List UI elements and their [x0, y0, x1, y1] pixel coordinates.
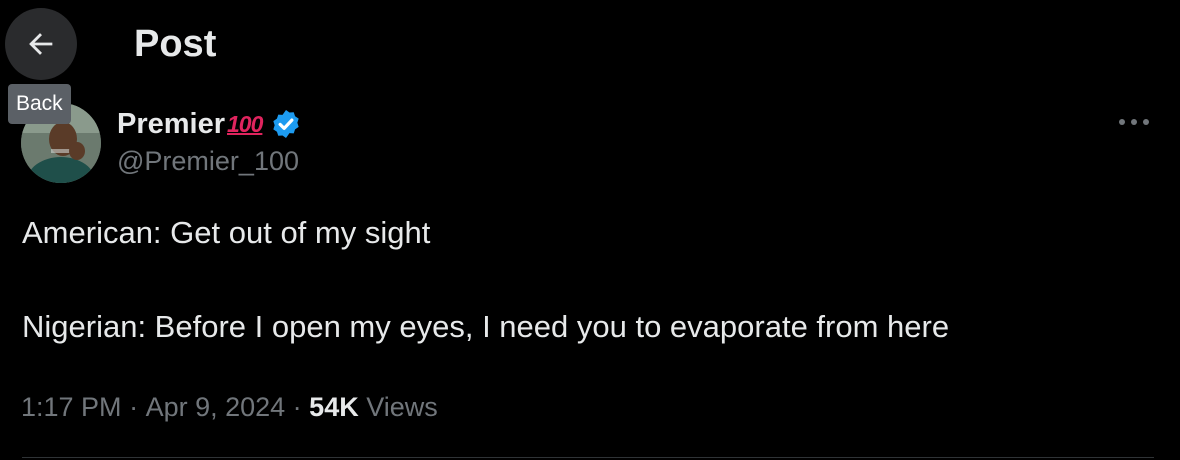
- meta-separator: ·: [285, 391, 310, 422]
- back-button[interactable]: [5, 8, 77, 80]
- hundred-points-emoji-icon: 100: [227, 110, 263, 137]
- views-label: Views: [358, 391, 438, 422]
- post-date[interactable]: Apr 9, 2024: [146, 392, 286, 423]
- author-handle[interactable]: @Premier_100: [117, 146, 299, 177]
- post-text-line: Nigerian: Before I open my eyes, I need …: [22, 309, 950, 344]
- arrow-left-icon: [29, 33, 53, 55]
- author-name-row[interactable]: Premier 100: [117, 104, 302, 144]
- more-horizontal-icon: [1119, 119, 1149, 125]
- meta-separator: ·: [121, 391, 146, 422]
- back-tooltip: Back: [8, 84, 71, 124]
- more-options-button[interactable]: [1112, 110, 1156, 134]
- page-header: Post: [0, 0, 1180, 90]
- post-time[interactable]: 1:17 PM: [21, 392, 122, 423]
- views-count[interactable]: 54K: [309, 392, 359, 423]
- divider: [22, 457, 1154, 458]
- verified-badge-icon[interactable]: [270, 108, 302, 140]
- post-meta: 1:17 PM · Apr 9, 2024 · 54K Views: [21, 390, 438, 424]
- author-name[interactable]: Premier: [117, 108, 225, 141]
- page-title: Post: [134, 23, 217, 65]
- post-text: American: Get out of my sight Nigerian: …: [22, 214, 1152, 346]
- post-text-line: American: Get out of my sight: [22, 215, 431, 250]
